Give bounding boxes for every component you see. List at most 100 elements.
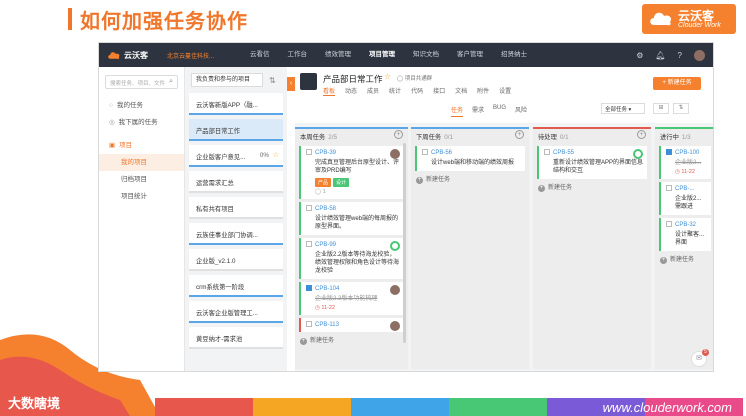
app-logo[interactable]: 云沃客 <box>99 50 167 61</box>
kanban-board: 本周任务 2/5 + CPB-39 完成真豆管理后台原型设计、评审及PRD编写 产… <box>295 123 713 371</box>
tab-api[interactable]: 接口 <box>433 86 445 96</box>
collapse-left-icon[interactable]: ‹ <box>287 77 295 91</box>
view-toggle-icon[interactable]: ⊞ <box>653 103 669 114</box>
nav-item-yunkanxin[interactable]: 云看信 <box>241 43 279 67</box>
user-avatar[interactable] <box>694 49 705 61</box>
task-checkbox[interactable] <box>306 321 312 327</box>
add-column-task-icon[interactable]: + <box>515 130 524 139</box>
project-card[interactable]: 云沃客企业版管理工... <box>189 301 283 323</box>
project-card[interactable]: 企业版客户意见... 0% ☆ <box>189 145 283 167</box>
star-icon[interactable]: ☆ <box>273 151 279 159</box>
sort-icon[interactable]: ⇅ <box>269 76 276 85</box>
bell-icon[interactable]: 🔔︎ <box>655 51 665 60</box>
project-card[interactable]: 企业版_v2.1.0 <box>189 249 283 271</box>
filter-icon[interactable]: ⇅ <box>673 103 689 114</box>
task-checkbox[interactable] <box>544 149 550 155</box>
add-column-task-icon[interactable]: + <box>637 130 646 139</box>
column-header: 本周任务 2/5 + <box>295 129 408 143</box>
tab-settings[interactable]: 设置 <box>499 86 511 96</box>
task-card[interactable]: CPB-32 设计聚客...界面 <box>659 218 711 251</box>
app-logo-text: 云沃客 <box>124 50 148 60</box>
project-status[interactable]: ◯ 项目共通群 <box>397 74 432 82</box>
task-checkbox[interactable] <box>306 241 312 247</box>
sidebar-item-my-tasks[interactable]: ○ 我的任务 <box>99 97 184 114</box>
due-date: ◷ 11-22 <box>315 305 335 311</box>
brand-subtitle: Clouder Work <box>678 22 721 29</box>
sidebar-item-project-stats[interactable]: 项目统计 <box>99 188 184 205</box>
help-icon[interactable]: ? <box>678 51 682 60</box>
task-card[interactable]: CPB-55 重新设计绩效管理APP的界面信息结构和交互 <box>537 146 647 179</box>
task-type-tabs: 任务 需求 BUG 风险 <box>451 105 527 117</box>
task-card[interactable]: CPB-58 设计绩效管理web端的每周报的原型界面。 <box>299 202 404 235</box>
tab-board[interactable]: 看板 <box>323 86 336 96</box>
tab-members[interactable]: 成员 <box>367 86 379 96</box>
assignee-avatar <box>633 149 643 159</box>
tab-tasks[interactable]: 任务 <box>451 105 464 117</box>
cloud-logo-icon <box>108 52 120 59</box>
task-card[interactable]: CPB-113 <box>299 318 404 332</box>
task-checkbox[interactable] <box>666 185 672 191</box>
nav-item-customers[interactable]: 客户管理 <box>448 43 492 67</box>
slide-header: 如何加强任务协作 云沃客 Clouder Work <box>0 0 746 36</box>
nav-item-projects[interactable]: 项目管理 <box>360 43 404 67</box>
nav-right-tools: ⚙ 🔔︎ ? <box>636 43 705 67</box>
task-checkbox-checked[interactable] <box>666 149 672 155</box>
new-task-button[interactable]: + 新建任务 <box>653 77 701 90</box>
nav-item-workbench[interactable]: 工作台 <box>279 43 317 67</box>
add-task-button[interactable]: + 新建任务 <box>300 335 403 345</box>
nav-item-performance[interactable]: 绩效管理 <box>316 43 360 67</box>
sidebar-group-projects[interactable]: ▣ 项目 <box>99 137 184 154</box>
tab-activity[interactable]: 动态 <box>345 86 357 96</box>
task-checkbox[interactable] <box>666 221 672 227</box>
task-card[interactable]: CPB-56 设计web端和移动端的绩效周报 <box>415 146 525 171</box>
tab-attachments[interactable]: 附件 <box>477 86 489 96</box>
project-card[interactable]: 运营需求汇总 <box>189 171 283 193</box>
task-checkbox[interactable] <box>306 205 312 211</box>
task-checkbox[interactable] <box>422 149 428 155</box>
assignee-avatar <box>390 321 400 331</box>
task-card[interactable]: CPB-99 企业版2.2版本等待海龙校验，绩效管理权限和角色设计等待海龙校验 <box>299 238 404 279</box>
sidebar-item-archived-projects[interactable]: 归档项目 <box>99 171 184 188</box>
sidebar: 搜索任务、项目、文件 ⌕ ○ 我的任务 ◎ 我下属的任务 ▣ 项目 我的项目 归档项目… <box>99 67 185 371</box>
tab-stats[interactable]: 统计 <box>389 86 401 96</box>
project-card[interactable]: 私有共有项目 <box>189 197 283 219</box>
chat-icon[interactable]: ✉ 5 <box>691 349 709 367</box>
tab-risk[interactable]: 风险 <box>515 105 527 117</box>
add-task-button[interactable]: + 新建任务 <box>660 254 710 264</box>
tab-code[interactable]: 代码 <box>411 86 423 96</box>
nav-item-docs[interactable]: 知识文档 <box>404 43 448 67</box>
project-card-selected[interactable]: 产品部日常工作 <box>189 119 283 141</box>
task-card[interactable]: CPB-... 企业版2...需跟进 <box>659 182 711 215</box>
sidebar-item-subordinate-tasks[interactable]: ◎ 我下属的任务 <box>99 114 184 131</box>
project-card[interactable]: 云沃客新版APP（融... <box>189 93 283 115</box>
project-filter-select[interactable]: 我负责和参与的项目 <box>191 73 263 87</box>
task-filter-select[interactable]: 全部任务 ▾ <box>601 103 645 114</box>
project-card[interactable]: crm系统第一阶段 <box>189 275 283 297</box>
project-card[interactable]: 云族佳事业部门协调... <box>189 223 283 245</box>
assignee-avatar <box>390 241 400 251</box>
search-input[interactable]: 搜索任务、项目、文件 ⌕ <box>105 75 178 89</box>
project-list-header: 我负责和参与的项目 ⇅ <box>186 67 286 93</box>
project-card[interactable]: 黄豆纳才-需求池 <box>189 327 283 349</box>
tab-docs[interactable]: 文档 <box>455 86 467 96</box>
nav-item-recruiting[interactable]: 招贤纳士 <box>492 43 536 67</box>
task-card[interactable]: CPB-100 企业版2... ◷ 11-22 <box>659 146 711 179</box>
star-icon[interactable]: ☆ <box>384 72 391 81</box>
add-column-task-icon[interactable]: + <box>394 130 403 139</box>
unread-badge: 5 <box>702 349 709 356</box>
task-checkbox[interactable] <box>306 149 312 155</box>
task-checkbox-checked[interactable] <box>306 285 312 291</box>
sidebar-item-my-projects[interactable]: 我的项目 <box>99 154 184 171</box>
comment-count: ◯ 1 <box>315 189 326 195</box>
scrollbar[interactable] <box>403 143 406 343</box>
company-switcher[interactable]: 北京云蔓佳科技... <box>167 51 241 60</box>
task-card[interactable]: CPB-104 企业版2.3版本功能梳理 ◷ 11-22 <box>299 282 404 315</box>
assignee-avatar <box>390 149 400 159</box>
settings-icon[interactable]: ⚙ <box>636 51 643 60</box>
add-task-button[interactable]: + 新建任务 <box>416 174 524 184</box>
task-card[interactable]: CPB-39 完成真豆管理后台原型设计、评审及PRD编写 产品 设计 ◯ 1 <box>299 146 404 199</box>
tab-requirements[interactable]: 需求 <box>472 105 484 117</box>
search-icon[interactable]: ⌕ <box>169 78 173 86</box>
tab-bug[interactable]: BUG <box>493 105 506 117</box>
add-task-button[interactable]: + 新建任务 <box>538 182 646 192</box>
